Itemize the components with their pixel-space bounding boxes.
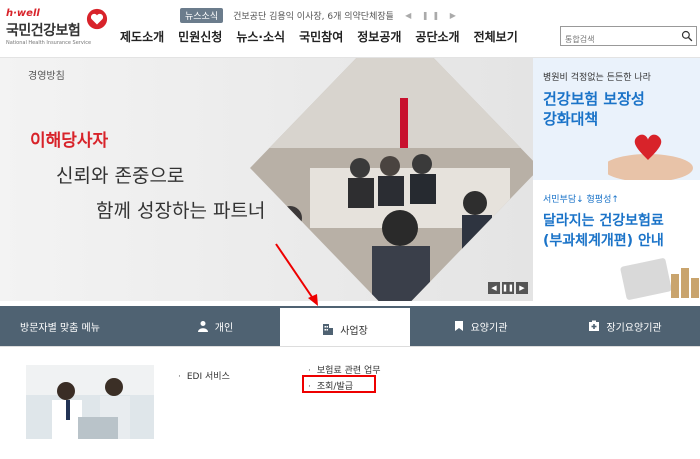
office-workers-photo <box>26 365 154 439</box>
visitor-menu-label: 방문자별 맞춤 메뉴 <box>20 323 100 334</box>
side-banner-2-title-2: (부과체계개편) 안내 <box>543 233 664 249</box>
logo-name: 국민건강보험 <box>6 23 81 39</box>
person-icon <box>197 321 208 332</box>
page: h·well 국민건강보험 National Health Insurance … <box>0 0 700 459</box>
news-badge[interactable]: 뉴스소식 <box>180 7 224 23</box>
banner-prev-button[interactable]: ◀ <box>488 282 500 294</box>
header: h·well 국민건강보험 National Health Insurance … <box>0 0 700 58</box>
nav-participation[interactable]: 국민참여 <box>299 28 343 45</box>
logo-hwell: h·well <box>6 8 40 19</box>
tab-business-label: 사업장 <box>340 325 368 337</box>
search-box <box>560 26 697 49</box>
tab-personal-label: 개인 <box>214 322 234 334</box>
banner-line-2: 함께 성장하는 파트너 <box>96 200 266 222</box>
nav-system-intro[interactable]: 제도소개 <box>120 28 164 45</box>
banner-line-1: 신뢰와 존중으로 <box>56 165 185 187</box>
banner-pause-button[interactable]: ❚❚ <box>502 282 514 294</box>
side-banner-2-subtitle: 서민부담↓ 형평성↑ <box>543 195 619 205</box>
hands-heart-image <box>608 134 693 180</box>
bookmark-icon <box>454 321 463 331</box>
side-banner-2-title-1: 달라지는 건강보험료 <box>543 213 664 229</box>
tab-business[interactable]: 사업장 <box>280 306 410 350</box>
logo-english: National Health Insurance Service <box>6 40 92 46</box>
visitor-menu-bar: 방문자별 맞춤 메뉴 개인 사업장 요양기관 장기요양기관 <box>0 306 700 350</box>
main-banner[interactable]: 경영방침 이해당사자 신뢰와 존중으로 함께 성장하는 파트너 ◀ ❚❚ ▶ <box>0 58 533 301</box>
side-banner-premium[interactable]: 서민부담↓ 형평성↑ 달라지는 건강보험료 (부과체계개편) 안내 <box>533 180 700 301</box>
nav-civil-application[interactable]: 민원신청 <box>178 28 222 45</box>
cross-box-icon <box>589 320 600 331</box>
business-menu-content: EDI 서비스 보험료 관련 업무 조회/발급 <box>0 346 700 459</box>
side-banner-1-title-2: 강화대책 <box>543 110 599 128</box>
side-banner-coverage[interactable]: 병원비 걱정없는 든든한 나라 건강보험 보장성 강화대책 <box>533 58 700 180</box>
tab-care-label: 요양기관 <box>470 322 508 334</box>
tab-longterm-care[interactable]: 장기요양기관 <box>550 306 700 346</box>
tab-longterm-label: 장기요양기관 <box>606 322 662 334</box>
highlight-box <box>302 375 376 393</box>
building-icon <box>323 324 334 335</box>
heart-logo-icon <box>86 8 108 30</box>
link-edi-service[interactable]: EDI 서비스 <box>178 369 230 382</box>
nav-news[interactable]: 뉴스·소식 <box>236 28 285 45</box>
news-ticker: 뉴스소식 건보공단 김용익 이사장, 6개 의약단체장들과... ◀ ❚❚ ▶ <box>180 7 460 23</box>
logo[interactable]: h·well 국민건강보험 National Health Insurance … <box>6 6 108 52</box>
news-headline[interactable]: 건보공단 김용익 이사장, 6개 의약단체장들과... <box>233 9 393 22</box>
banner-next-button[interactable]: ▶ <box>516 282 528 294</box>
search-icon[interactable] <box>681 30 693 42</box>
tab-care-institution[interactable]: 요양기관 <box>410 306 550 346</box>
nav-information[interactable]: 정보공개 <box>357 28 401 45</box>
calculator-image <box>620 258 699 300</box>
search-input[interactable] <box>561 30 671 49</box>
banner-tag: 경영방침 <box>28 71 65 82</box>
side-banner-1-title-1: 건강보험 보장성 <box>543 90 645 108</box>
banner-title: 이해당사자 <box>30 131 109 151</box>
nav-view-all[interactable]: 전체보기 <box>474 28 518 45</box>
news-controls[interactable]: ◀ ❚❚ ▶ <box>405 11 460 20</box>
main-nav: 제도소개 민원신청 뉴스·소식 국민참여 정보공개 공단소개 전체보기 <box>120 28 532 45</box>
nav-about[interactable]: 공단소개 <box>415 28 459 45</box>
banner-controls: ◀ ❚❚ ▶ <box>488 282 530 294</box>
tab-personal[interactable]: 개인 <box>150 306 280 346</box>
annotation-arrow-icon <box>275 243 318 306</box>
side-banner-1-subtitle: 병원비 걱정없는 든든한 나라 <box>543 73 651 83</box>
